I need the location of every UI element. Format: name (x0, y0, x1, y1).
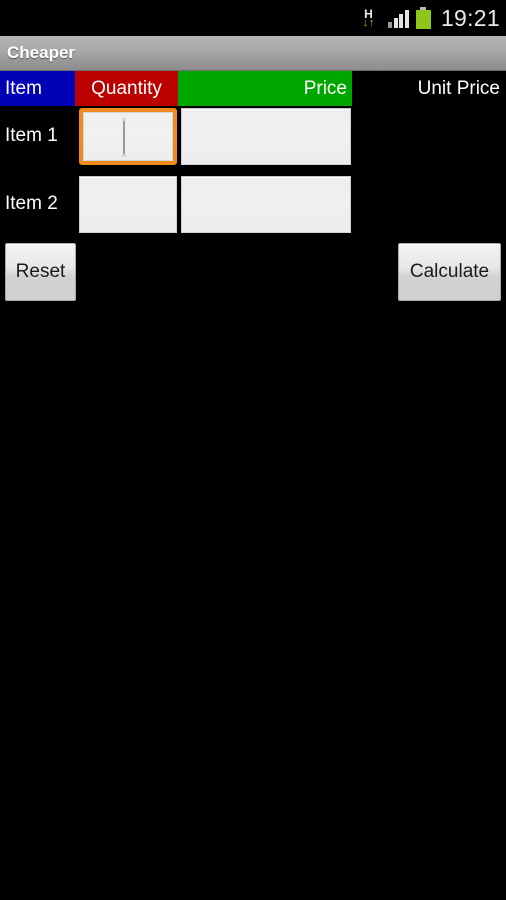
table-header-row: Item Quantity Price Unit Price (0, 71, 506, 106)
signal-bar-4 (404, 9, 409, 28)
data-transfer-arrows: ↓ ↑ (362, 16, 375, 29)
status-bar: H ↓ ↑ 19:21 (0, 0, 506, 36)
table-row: Item 1 (0, 107, 506, 165)
app-title: Cheaper (7, 43, 76, 62)
app-screen: H ↓ ↑ 19:21 Cheaper Item Quantity Price … (0, 0, 506, 900)
column-header-price: Price (178, 71, 352, 106)
price-input-item-1[interactable] (181, 107, 351, 165)
hspa-network-icon: H ↓ ↑ (355, 5, 381, 31)
text-caret (122, 117, 126, 157)
column-header-quantity: Quantity (75, 71, 178, 106)
signal-bar-1 (388, 21, 393, 28)
battery-icon (415, 7, 431, 29)
column-header-item: Item (0, 71, 75, 106)
column-header-unit-price: Unit Price (352, 71, 506, 106)
row-label-item-2: Item 2 (5, 193, 58, 214)
signal-bar-2 (393, 17, 398, 28)
signal-bar-3 (399, 13, 404, 28)
calculate-button[interactable]: Calculate (398, 243, 501, 301)
battery-level (415, 9, 431, 29)
unit-price-value-item-1 (351, 107, 505, 165)
reset-button[interactable]: Reset (5, 243, 76, 301)
data-up-arrow-icon: ↑ (368, 16, 375, 29)
table-row: Item 2 (0, 175, 506, 233)
status-icons: H ↓ ↑ 19:21 (355, 5, 500, 31)
unit-price-value-item-2 (351, 175, 505, 233)
row-label-item-1: Item 1 (5, 125, 58, 146)
quantity-input-item-2[interactable] (79, 175, 177, 233)
signal-strength-icon (388, 9, 409, 28)
quantity-field-wrapper-1 (75, 107, 177, 165)
action-button-row: Reset Calculate (0, 243, 506, 301)
status-bar-clock: 19:21 (440, 4, 500, 31)
quantity-field-wrapper-2 (75, 175, 177, 233)
price-input-item-2[interactable] (181, 175, 351, 233)
quantity-input-item-1[interactable] (79, 107, 177, 165)
data-down-arrow-icon: ↓ (362, 16, 368, 29)
title-bar: Cheaper (0, 36, 506, 71)
empty-content-area (0, 301, 506, 900)
